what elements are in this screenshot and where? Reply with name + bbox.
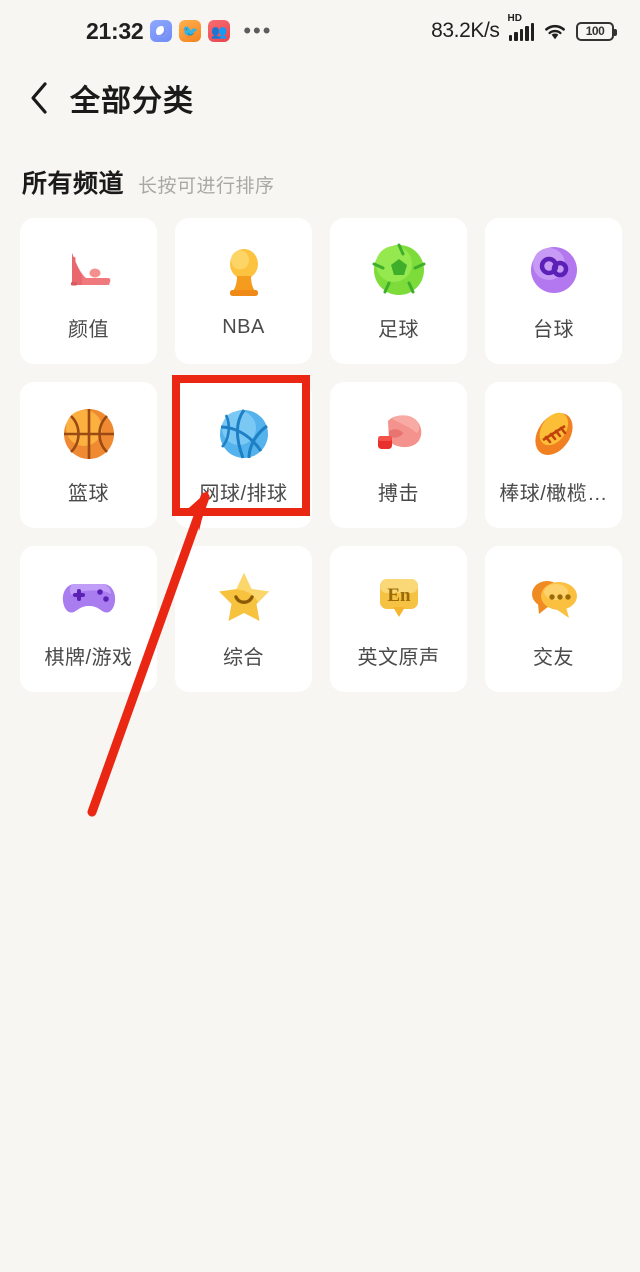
channel-tile-english-audio[interactable]: En 英文原声 bbox=[330, 546, 467, 692]
billiards-icon bbox=[525, 241, 583, 299]
channel-tile-billiards[interactable]: 台球 bbox=[485, 218, 622, 364]
soccer-ball-icon bbox=[370, 241, 428, 299]
channel-tile-football[interactable]: 足球 bbox=[330, 218, 467, 364]
section-subtitle: 长按可进行排序 bbox=[138, 176, 275, 197]
channel-label: 搏击 bbox=[378, 482, 419, 505]
status-overflow-dots: ••• bbox=[243, 18, 273, 44]
high-heel-icon bbox=[60, 241, 118, 299]
volleyball-icon bbox=[215, 405, 273, 463]
channel-tile-nba[interactable]: NBA bbox=[175, 218, 312, 364]
battery-icon: 100 bbox=[576, 21, 617, 41]
channel-label: 棋牌/游戏 bbox=[44, 646, 133, 669]
wifi-icon bbox=[543, 22, 567, 41]
bird-app-icon: 🐦 bbox=[179, 20, 202, 42]
channel-label: 网球/排球 bbox=[199, 482, 288, 505]
star-smile-icon bbox=[215, 569, 273, 627]
channel-tile-friends[interactable]: 交友 bbox=[485, 546, 622, 692]
section-header: 所有频道 长按可进行排序 bbox=[0, 134, 640, 200]
boxing-glove-icon bbox=[370, 405, 428, 463]
channel-tile-general[interactable]: 综合 bbox=[175, 546, 312, 692]
status-bar-left: 21:32 🐦 👥 ••• bbox=[86, 18, 272, 45]
battery-level-label: 100 bbox=[585, 24, 605, 38]
network-speed-label: 83.2K/s bbox=[431, 19, 500, 42]
people-app-icon: 👥 bbox=[208, 20, 231, 42]
nav-bar: 全部分类 bbox=[0, 62, 640, 134]
chat-bubbles-icon bbox=[525, 569, 583, 627]
page-title: 全部分类 bbox=[70, 85, 194, 118]
channel-label: 颜值 bbox=[68, 318, 109, 341]
channel-label: 篮球 bbox=[68, 482, 109, 505]
channel-tile-games[interactable]: 棋牌/游戏 bbox=[20, 546, 157, 692]
en-badge-icon: En bbox=[370, 569, 428, 627]
hd-label: HD bbox=[507, 13, 522, 24]
status-bar-right: 83.2K/s HD 100 bbox=[431, 14, 617, 43]
rugby-ball-icon bbox=[525, 405, 583, 463]
status-bar: 21:32 🐦 👥 ••• 83.2K/s HD 100 bbox=[0, 0, 640, 62]
channel-label: NBA bbox=[222, 315, 265, 338]
channel-tile-yanzhi[interactable]: 颜值 bbox=[20, 218, 157, 364]
channel-tile-basketball[interactable]: 篮球 bbox=[20, 382, 157, 528]
channel-tile-tennis-volleyball[interactable]: 网球/排球 bbox=[175, 382, 312, 528]
status-clock: 21:32 bbox=[86, 17, 144, 44]
trophy-icon bbox=[215, 244, 273, 302]
channel-label: 台球 bbox=[533, 318, 574, 341]
gamepad-icon bbox=[60, 569, 118, 627]
channel-label: 综合 bbox=[223, 646, 264, 669]
channel-label: 交友 bbox=[533, 646, 574, 669]
channel-label: 棒球/橄榄… bbox=[499, 482, 608, 505]
svg-text:En: En bbox=[387, 585, 411, 606]
section-title: 所有频道 bbox=[22, 170, 125, 198]
channel-tile-baseball-rugby[interactable]: 棒球/橄榄… bbox=[485, 382, 622, 528]
basketball-icon bbox=[60, 405, 118, 463]
channel-label: 足球 bbox=[378, 318, 419, 341]
channel-tile-fighting[interactable]: 搏击 bbox=[330, 382, 467, 528]
camera-app-icon bbox=[150, 20, 173, 42]
cellular-signal-icon: HD bbox=[508, 14, 534, 41]
back-chevron-icon[interactable] bbox=[22, 78, 56, 118]
channel-label: 英文原声 bbox=[357, 646, 440, 669]
channel-grid: 颜值 NBA 足球 台球 篮球 网球/排球 搏击 棒球/橄榄… 棋牌/游戏 综合… bbox=[0, 218, 640, 692]
